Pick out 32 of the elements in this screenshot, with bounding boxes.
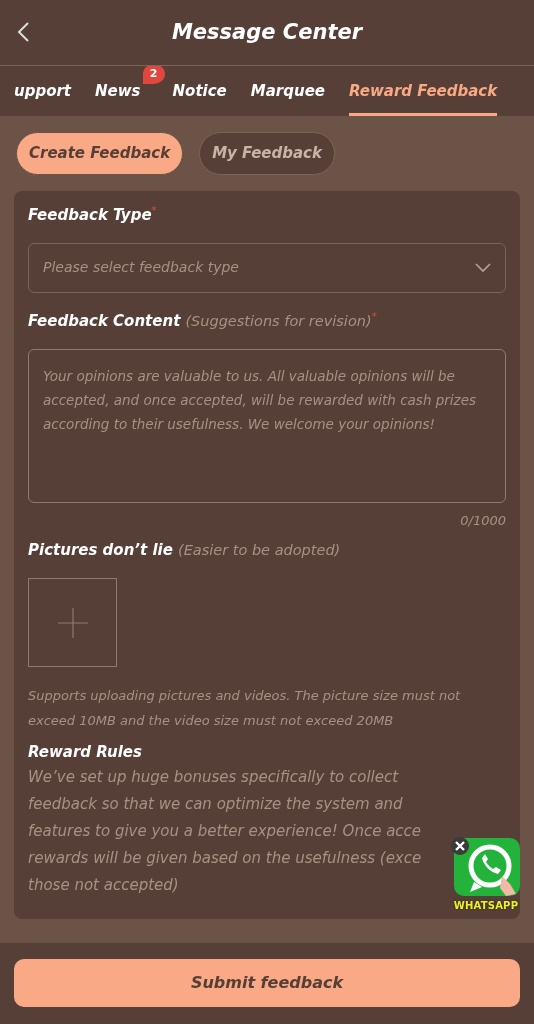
- feedback-content-field[interactable]: Your opinions are valuable to us. All valuable opinions will be accepted, and once accepted, will be rewarded with cash prizes according to their usefulness. We welcome your opinions!: [28, 348, 506, 503]
- submit-button[interactable]: Submit feedback: [14, 958, 520, 1007]
- tab[interactable]: Reward Feedback: [349, 66, 498, 116]
- tab[interactable]: upport: [14, 66, 72, 116]
- tab[interactable]: Notice: [172, 66, 227, 116]
- rules-text-line: those not accepted): [28, 874, 180, 896]
- character-counter: 0/1000: [460, 512, 506, 528]
- tab[interactable]: Marquee: [250, 66, 325, 116]
- feedback-type-select[interactable]: Please select feedback type: [28, 242, 506, 293]
- whatsapp-icon[interactable]: [450, 835, 522, 898]
- required-mark: *: [151, 204, 157, 216]
- whatsapp-label: WHATSAPP: [453, 898, 519, 913]
- rules-text-line: features to give you a better experience! Once acce: [28, 820, 423, 842]
- back-icon[interactable]: [16, 22, 30, 42]
- field-hint: (Easier to be adopted): [177, 542, 341, 558]
- field-label: Feedback Type: [28, 205, 152, 224]
- rules-text-line: feedback so that we can optimize the system and: [28, 793, 404, 815]
- upload-note: Supports uploading pictures and videos. The picture size must not exceed 10MB and the video size must not exceed 20MB: [28, 687, 462, 730]
- field-label: Feedback Content: [28, 311, 181, 330]
- upload-button[interactable]: [28, 578, 117, 667]
- segment-button[interactable]: Create Feedback: [16, 132, 184, 175]
- count-badge: 2: [142, 66, 165, 84]
- field-label: Pictures don’t lie: [28, 541, 173, 559]
- segment-button[interactable]: My Feedback: [199, 132, 335, 175]
- rules-text-line: rewards will be given based on the usefulness (exce: [28, 847, 423, 869]
- rules-text-line: We’ve set up huge bonuses specifically to collect: [28, 766, 400, 788]
- required-mark: *: [371, 310, 377, 322]
- page-title: Message Center: [171, 18, 363, 46]
- field-hint: (Suggestions for revision): [185, 312, 372, 329]
- plus-icon: [57, 607, 88, 638]
- section-title: Reward Rules: [28, 743, 142, 761]
- chevron-down-icon: [475, 262, 491, 273]
